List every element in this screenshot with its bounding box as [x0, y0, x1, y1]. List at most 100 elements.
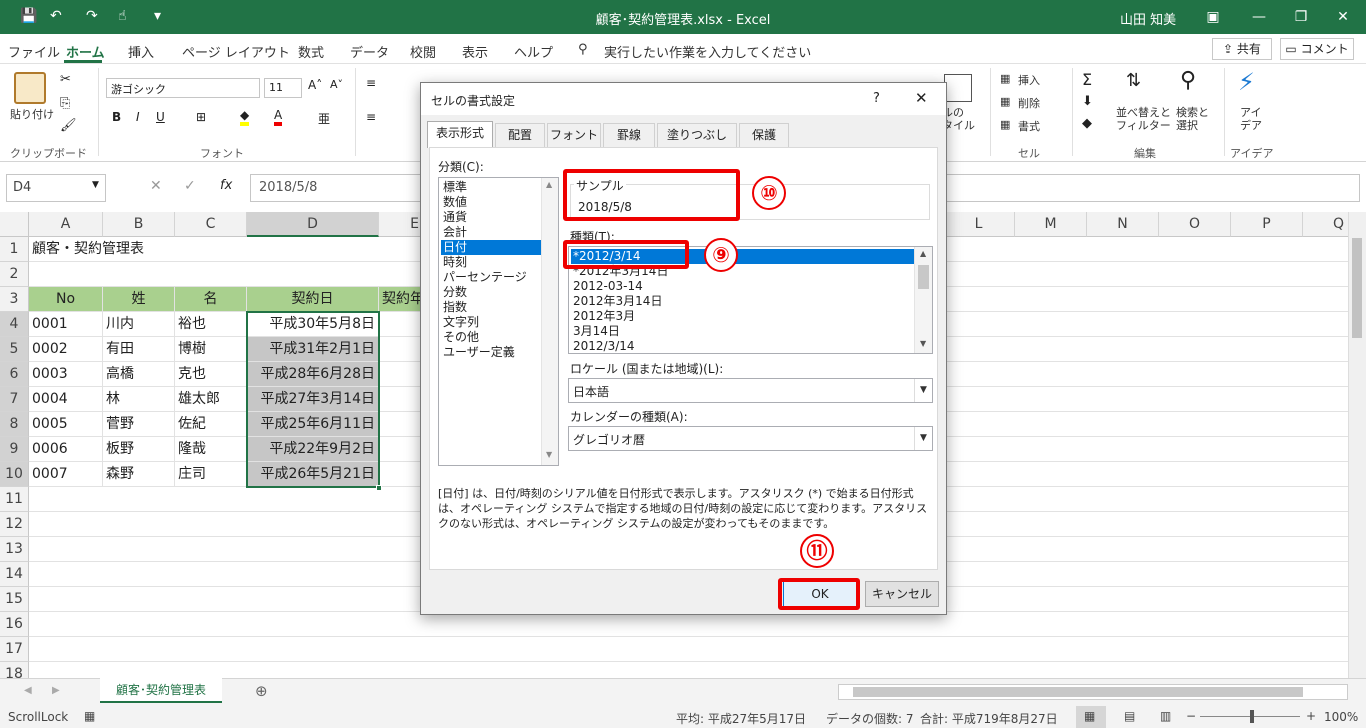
col-header-c[interactable]: C — [175, 212, 247, 237]
fill-handle[interactable] — [376, 485, 382, 491]
list-item[interactable]: ユーザー定義 — [441, 345, 542, 360]
row-header[interactable]: 8 — [0, 412, 29, 437]
table-cell[interactable]: 林 — [103, 387, 175, 412]
table-cell[interactable]: 川内 — [103, 312, 175, 337]
col-header-n[interactable]: N — [1087, 212, 1159, 237]
insert-function-icon[interactable]: fx — [220, 178, 232, 193]
page-break-view-icon[interactable]: ▥ — [1160, 709, 1171, 723]
horizontal-scrollbar[interactable] — [838, 684, 1348, 700]
locale-select[interactable]: 日本語 ▼ — [568, 378, 933, 403]
table-cell[interactable]: 菅野 — [103, 412, 175, 437]
list-item[interactable]: 会計 — [441, 225, 542, 240]
row-header[interactable]: 2 — [0, 262, 29, 287]
row-header[interactable]: 10 — [0, 462, 29, 487]
tab-page-layout[interactable]: ページ レイアウト — [182, 42, 290, 61]
dialog-help-button[interactable]: ? — [873, 91, 880, 106]
borders-icon[interactable]: ⊞ — [196, 110, 206, 124]
row-header[interactable]: 13 — [0, 537, 29, 562]
search-icon[interactable]: ⚲ — [1180, 68, 1196, 93]
underline-icon[interactable]: U — [156, 110, 165, 124]
list-item[interactable]: 2012年3月14日 — [571, 294, 914, 309]
scroll-thumb[interactable] — [918, 265, 929, 289]
col-header-m[interactable]: M — [1015, 212, 1087, 237]
row-header[interactable]: 14 — [0, 562, 29, 587]
list-item[interactable]: 数値 — [441, 195, 542, 210]
close-button[interactable]: ✕ — [1320, 0, 1366, 34]
calendar-select[interactable]: グレゴリオ暦 ▼ — [568, 426, 933, 451]
list-item[interactable]: 通貨 — [441, 210, 542, 225]
dlg-tab-border[interactable]: 罫線 — [603, 123, 655, 147]
row-header[interactable]: 16 — [0, 612, 29, 637]
list-item[interactable]: 時刻 — [441, 255, 542, 270]
row-header[interactable]: 11 — [0, 487, 29, 512]
list-item[interactable]: 指数 — [441, 300, 542, 315]
dlg-tab-protection[interactable]: 保護 — [739, 123, 789, 147]
scroll-thumb[interactable] — [1352, 238, 1362, 338]
increase-font-icon[interactable]: A˄ — [308, 78, 322, 92]
bold-icon[interactable]: B — [112, 110, 121, 124]
list-item[interactable]: 2012-03-14 — [571, 279, 914, 294]
delete-cells-icon[interactable]: ▦ — [1000, 95, 1010, 108]
list-item[interactable]: その他 — [441, 330, 542, 345]
table-cell[interactable]: 克也 — [175, 362, 247, 387]
zoom-slider-thumb[interactable] — [1250, 710, 1254, 723]
tab-home[interactable]: ホーム — [66, 42, 105, 61]
category-list[interactable]: 標準 数値 通貨 会計 日付 時刻 パーセンテージ 分数 指数 文字列 その他 … — [438, 177, 559, 466]
name-box[interactable]: D4 — [6, 174, 106, 202]
next-sheet-icon[interactable]: ▶ — [52, 685, 60, 696]
tab-view[interactable]: 表示 — [462, 42, 488, 61]
row-header[interactable]: 1 — [0, 237, 29, 262]
clipboard-icon[interactable] — [14, 72, 46, 104]
scroll-down-icon[interactable]: ▼ — [920, 339, 926, 348]
col-header-p[interactable]: P — [1231, 212, 1303, 237]
col-header-d[interactable]: D — [247, 212, 379, 237]
table-cell[interactable]: 有田 — [103, 337, 175, 362]
font-color-icon[interactable]: A — [274, 108, 283, 126]
table-cell[interactable]: 森野 — [103, 462, 175, 487]
font-size-combo[interactable]: 11 — [264, 78, 302, 98]
paste-button[interactable]: 貼り付け — [10, 106, 54, 122]
sheet-tab-active[interactable]: 顧客･契約管理表 — [100, 678, 222, 703]
table-cell[interactable]: 佐紀 — [175, 412, 247, 437]
row-header[interactable]: 15 — [0, 587, 29, 612]
hscroll-thumb[interactable] — [853, 687, 1303, 697]
table-cell[interactable]: 博樹 — [175, 337, 247, 362]
list-item[interactable]: 文字列 — [441, 315, 542, 330]
select-all-corner[interactable] — [0, 212, 29, 237]
autosum-icon[interactable]: Σ — [1082, 70, 1092, 89]
dlg-tab-font[interactable]: フォント — [547, 123, 601, 147]
dlg-tab-fill[interactable]: 塗りつぶし — [657, 123, 737, 147]
col-header-a[interactable]: A — [29, 212, 103, 237]
tab-review[interactable]: 校閲 — [410, 42, 436, 61]
align-left-icon[interactable]: ≡ — [366, 110, 376, 124]
lightbulb-search-icon[interactable]: ⚲ — [578, 42, 588, 57]
macro-record-icon[interactable]: ▦ — [84, 709, 95, 723]
list-item[interactable]: 3月14日 — [571, 324, 914, 339]
table-cell[interactable]: 雄太郎 — [175, 387, 247, 412]
list-item[interactable]: 分数 — [441, 285, 542, 300]
row-header[interactable]: 3 — [0, 287, 29, 312]
vertical-scrollbar[interactable] — [1348, 212, 1366, 678]
share-button[interactable]: ⇪ 共有 — [1212, 38, 1272, 60]
table-cell[interactable]: 隆哉 — [175, 437, 247, 462]
tab-formulas[interactable]: 数式 — [298, 42, 324, 61]
align-top-icon[interactable]: ≡ — [366, 76, 376, 90]
decrease-font-icon[interactable]: A˅ — [330, 78, 343, 91]
type-scrollbar[interactable]: ▲ ▼ — [914, 247, 932, 353]
row-header[interactable]: 17 — [0, 637, 29, 662]
sort-filter-icon[interactable]: ⇅ — [1126, 70, 1141, 91]
col-header-o[interactable]: O — [1159, 212, 1231, 237]
table-cell[interactable]: 高橋 — [103, 362, 175, 387]
copy-icon[interactable]: ⎘ — [60, 96, 70, 111]
normal-view-icon[interactable]: ▦ — [1084, 709, 1095, 723]
table-cell[interactable]: 0002 — [29, 337, 103, 362]
user-name[interactable]: 山田 知美 — [1120, 9, 1176, 28]
table-cell[interactable]: 0004 — [29, 387, 103, 412]
row-header[interactable]: 4 — [0, 312, 29, 337]
list-item[interactable]: 2012/3/14 — [571, 339, 914, 353]
italic-icon[interactable]: I — [136, 110, 140, 124]
minimize-button[interactable]: — — [1236, 0, 1282, 34]
scroll-up-icon[interactable]: ▲ — [546, 180, 552, 189]
clear-icon[interactable]: ◆ — [1082, 116, 1092, 131]
add-sheet-icon[interactable]: ⊕ — [255, 682, 268, 700]
